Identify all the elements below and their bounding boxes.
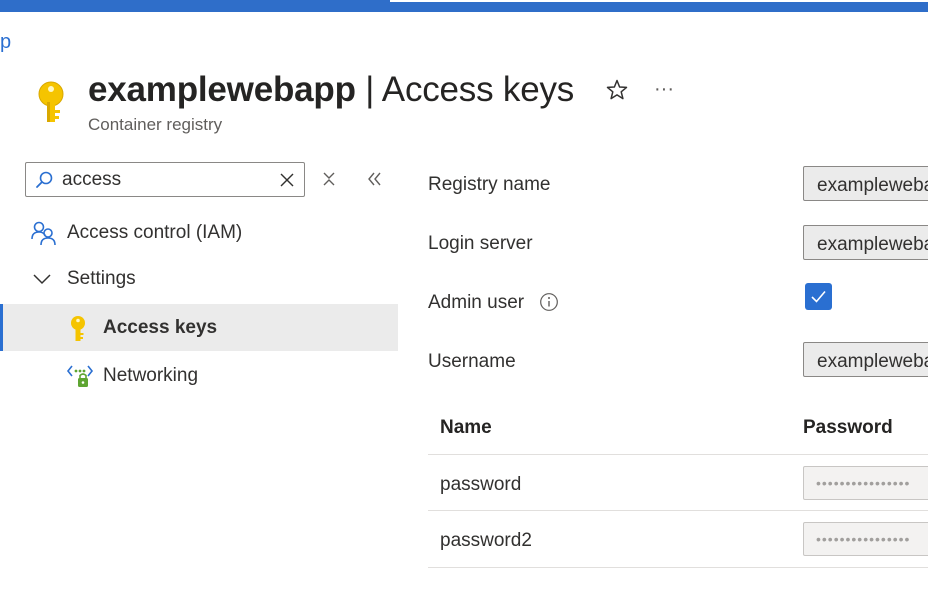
key-icon xyxy=(71,316,85,341)
checkmark-icon xyxy=(811,290,826,303)
top-search-edge xyxy=(390,0,928,2)
search-input[interactable] xyxy=(62,166,262,194)
username-label: Username xyxy=(428,351,516,372)
table-divider xyxy=(428,567,928,568)
networking-icon xyxy=(66,365,94,387)
chevron-down-icon xyxy=(33,274,51,285)
resource-name: examplewebapp xyxy=(88,70,356,109)
sidebar-item-label: Access control (IAM) xyxy=(67,222,243,243)
selection-indicator xyxy=(0,304,3,351)
close-icon[interactable] xyxy=(278,171,296,189)
info-icon[interactable] xyxy=(539,292,559,312)
breadcrumb[interactable]: p xyxy=(0,31,11,54)
blade-title: Access keys xyxy=(381,70,575,109)
login-server-label: Login server xyxy=(428,233,533,254)
resource-type: Container registry xyxy=(88,115,223,134)
sidebar-item-access-keys[interactable]: Access keys xyxy=(0,304,398,351)
sidebar-item-access-control[interactable]: Access control (IAM) xyxy=(0,210,398,256)
collapse-menu-icon[interactable] xyxy=(364,169,384,189)
collapse-all-icon[interactable] xyxy=(320,169,338,189)
title-separator: | xyxy=(355,70,382,109)
table-row-name: password2 xyxy=(440,530,532,551)
sidebar-item-networking[interactable]: Networking xyxy=(0,353,398,399)
sidebar-item-label: Networking xyxy=(103,365,199,386)
sidebar-group-settings[interactable]: Settings xyxy=(0,256,398,302)
sidebar-group-label: Settings xyxy=(67,268,136,289)
column-header-name: Name xyxy=(440,417,492,438)
more-options-icon[interactable]: ··· xyxy=(654,78,674,101)
star-icon[interactable] xyxy=(605,78,629,102)
admin-user-label: Admin user xyxy=(428,292,525,313)
registry-name-label: Registry name xyxy=(428,174,551,195)
people-icon xyxy=(31,221,56,246)
column-header-password: Password xyxy=(803,417,893,438)
sidebar-item-label: Access keys xyxy=(103,316,218,338)
username-field[interactable]: examplewebapp xyxy=(803,342,928,377)
login-server-field[interactable]: examplewebapp.azurecr.io xyxy=(803,225,928,260)
password-field[interactable]: •••••••••••••••• xyxy=(803,466,928,500)
menu-search-box xyxy=(25,162,305,197)
table-divider xyxy=(428,454,928,455)
table-divider xyxy=(428,510,928,511)
key-icon xyxy=(38,81,64,122)
page-title: examplewebapp | Access keys xyxy=(88,70,574,110)
registry-name-field[interactable]: examplewebapp xyxy=(803,166,928,201)
table-row-name: password xyxy=(440,474,522,495)
admin-user-checkbox[interactable] xyxy=(805,283,832,310)
search-icon xyxy=(36,171,53,188)
password2-field[interactable]: •••••••••••••••• xyxy=(803,522,928,556)
